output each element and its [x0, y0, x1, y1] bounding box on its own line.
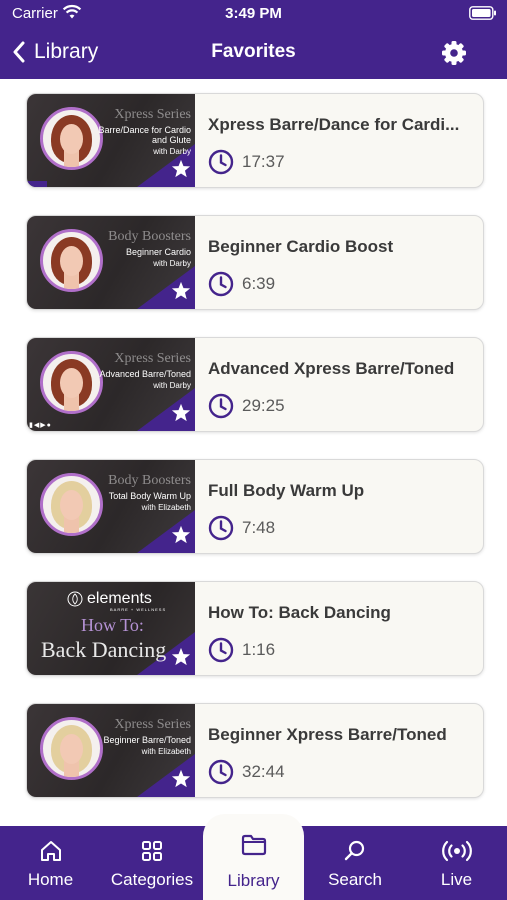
video-title: Full Body Warm Up	[208, 481, 365, 500]
favorites-list[interactable]: Xpress Series Barre/Dance for Cardio and…	[0, 79, 507, 826]
favorite-item[interactable]: elements BARRE + WELLNESS How To: Back D…	[26, 581, 484, 676]
thumbnail-instructor: with Darby	[153, 147, 191, 156]
video-duration: 32:44	[242, 762, 285, 781]
video-title: Advanced Xpress Barre/Toned	[208, 359, 455, 378]
brand-name: elements	[87, 590, 152, 607]
thumbnail-instructor: with Elizabeth	[141, 503, 191, 512]
back-button[interactable]: Library	[12, 40, 98, 64]
tab-label: Search	[328, 870, 382, 889]
thumbnail-series: Body Boosters	[108, 473, 191, 488]
video-duration: 29:25	[242, 396, 285, 415]
video-thumbnail: Xpress Series Advanced Barre/Toned with …	[27, 338, 195, 431]
favorite-star-icon[interactable]	[171, 525, 191, 549]
video-thumbnail: Xpress Series Barre/Dance for Cardio and…	[27, 94, 195, 187]
video-duration: 7:48	[242, 518, 276, 537]
instructor-avatar	[40, 473, 103, 536]
clock-icon	[208, 271, 234, 297]
video-thumbnail: Xpress Series Beginner Barre/Toned with …	[27, 704, 195, 797]
tab-home[interactable]: Home	[0, 826, 101, 900]
search-icon	[343, 839, 367, 868]
video-thumbnail: Body Boosters Total Body Warm Up with El…	[27, 460, 195, 553]
thumbnail-instructor: with Darby	[153, 259, 191, 268]
back-button-label: Library	[34, 40, 99, 63]
video-title: Xpress Barre/Dance for Cardi...	[208, 115, 460, 134]
player-controls-icon: ▮◀▶●	[29, 422, 52, 429]
thumbnail-instructor: with Darby	[153, 381, 191, 390]
favorite-item[interactable]: Xpress Series Barre/Dance for Cardio and…	[26, 93, 484, 188]
thumbnail-subtitle: Beginner Barre/Toned	[103, 735, 191, 745]
clock-icon	[208, 759, 234, 785]
tab-categories[interactable]: Categories	[101, 826, 203, 900]
home-icon	[39, 839, 63, 868]
favorite-star-icon[interactable]	[171, 159, 191, 183]
video-duration: 17:37	[242, 152, 285, 171]
tab-bar: Home Categories Library Search Live	[0, 814, 507, 900]
status-bar: Carrier 3:49 PM	[0, 0, 507, 28]
battery-icon	[469, 6, 497, 24]
clock-icon	[208, 393, 234, 419]
favorite-star-icon[interactable]	[171, 403, 191, 427]
tab-label: Categories	[110, 870, 194, 889]
clock-icon	[208, 515, 234, 541]
nav-bar: Library Favorites	[0, 28, 507, 79]
thumbnail-line2: Back Dancing	[41, 637, 167, 662]
video-thumbnail: Body Boosters Beginner Cardio with Darby	[27, 216, 195, 309]
thumbnail-series: Body Boosters	[108, 229, 191, 244]
thumbnail-subtitle: Beginner Cardio	[125, 247, 191, 257]
instructor-avatar	[40, 229, 103, 292]
thumbnail-series: Xpress Series	[114, 107, 191, 122]
gear-icon[interactable]	[441, 40, 467, 71]
tab-label: Live	[440, 870, 473, 889]
video-duration: 6:39	[242, 274, 276, 293]
clock-icon	[208, 149, 234, 175]
video-title: How To: Back Dancing	[208, 603, 391, 622]
instructor-avatar	[40, 107, 103, 170]
thumbnail-series: Xpress Series	[114, 351, 191, 366]
thumbnail-line1: How To:	[81, 615, 144, 635]
video-duration: 1:16	[242, 640, 276, 659]
favorite-item[interactable]: Body Boosters Beginner Cardio with Darby…	[26, 215, 484, 310]
thumbnail-subtitle: Advanced Barre/Toned	[99, 369, 191, 379]
broadcast-icon	[441, 839, 473, 868]
video-title: Beginner Xpress Barre/Toned	[208, 725, 447, 744]
chevron-left-icon	[12, 41, 26, 63]
progress-bar	[27, 181, 47, 187]
brand-tagline: BARRE + WELLNESS	[110, 607, 167, 612]
favorite-star-icon[interactable]	[171, 769, 191, 793]
favorite-item[interactable]: Body Boosters Total Body Warm Up with El…	[26, 459, 484, 554]
tab-search[interactable]: Search	[304, 826, 406, 900]
thumbnail-subtitle: Total Body Warm Up	[108, 491, 191, 501]
tab-library[interactable]: Library	[203, 814, 304, 900]
grid-icon	[140, 839, 164, 868]
tab-live[interactable]: Live	[406, 826, 507, 900]
status-time: 3:49 PM	[225, 5, 282, 22]
instructor-avatar	[40, 351, 103, 414]
video-thumbnail: elements BARRE + WELLNESS How To: Back D…	[27, 582, 195, 675]
instructor-avatar	[40, 717, 103, 780]
tab-label: Home	[27, 870, 74, 889]
video-title: Beginner Cardio Boost	[208, 237, 394, 256]
thumbnail-subtitle: Barre/Dance for Cardio and Glute	[98, 125, 191, 145]
favorite-star-icon[interactable]	[171, 647, 191, 671]
thumbnail-series: Xpress Series	[114, 717, 191, 732]
clock-icon	[208, 637, 234, 663]
thumbnail-instructor: with Elizabeth	[141, 747, 191, 756]
elements-logo: elements	[67, 590, 152, 608]
favorite-item[interactable]: Xpress Series Beginner Barre/Toned with …	[26, 703, 484, 798]
tab-label: Library	[227, 871, 280, 890]
favorite-item[interactable]: Xpress Series Advanced Barre/Toned with …	[26, 337, 484, 432]
folder-icon	[241, 834, 267, 861]
favorite-star-icon[interactable]	[171, 281, 191, 305]
